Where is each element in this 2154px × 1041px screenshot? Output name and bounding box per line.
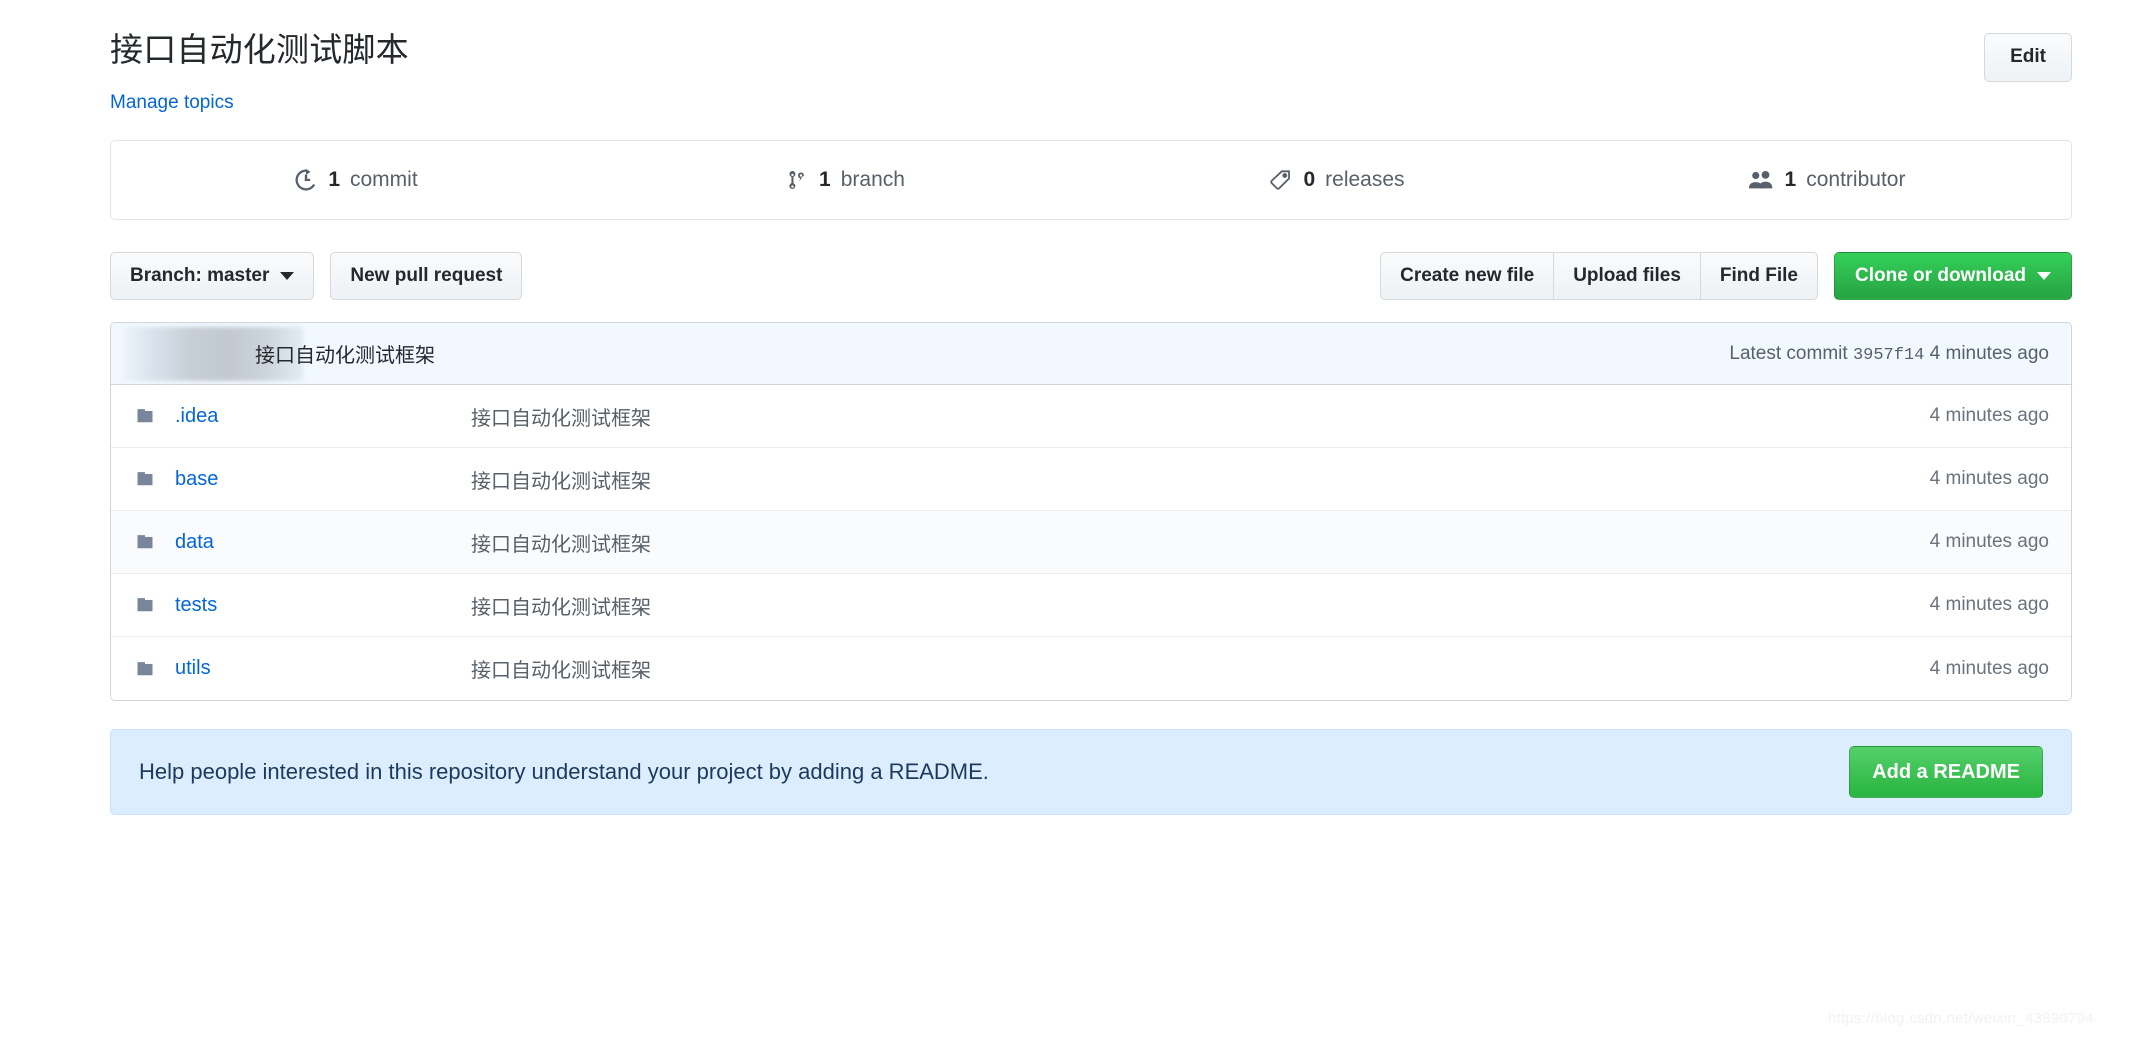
commits-label: commit (350, 168, 418, 191)
branch-selector-label: Branch: master (130, 265, 270, 286)
file-age: 4 minutes ago (1929, 468, 2049, 489)
file-actions-group: Create new file Upload files Find File (1380, 252, 1818, 300)
releases-label: releases (1325, 168, 1405, 191)
page-container: 接口自动化测试脚本 Manage topics Edit 1 commit 1 … (110, 0, 2072, 815)
branch-selector-button[interactable]: Branch: master (110, 252, 315, 300)
table-row[interactable]: utils 接口自动化测试框架 4 minutes ago (111, 637, 2071, 700)
file-commit-message[interactable]: 接口自动化测试框架 (471, 591, 1930, 620)
history-icon (294, 168, 318, 192)
commit-message[interactable]: 接口自动化测试框架 (255, 339, 435, 368)
table-row[interactable]: .idea 接口自动化测试框架 4 minutes ago (111, 385, 2071, 448)
file-age: 4 minutes ago (1929, 531, 2049, 552)
branches-count: 1 (819, 168, 831, 191)
commits-summary[interactable]: 1 commit (111, 141, 601, 219)
file-age: 4 minutes ago (1929, 405, 2049, 426)
folder-icon (133, 532, 159, 552)
upload-files-button[interactable]: Upload files (1553, 252, 1700, 300)
people-icon (1747, 168, 1775, 192)
add-readme-message: Help people interested in this repositor… (139, 759, 989, 784)
table-row[interactable]: data 接口自动化测试框架 4 minutes ago (111, 511, 2071, 574)
clone-or-download-label: Clone or download (1855, 265, 2026, 286)
repository-header: 接口自动化测试脚本 Manage topics Edit (110, 0, 2072, 140)
file-link[interactable]: utils (175, 657, 425, 680)
contributors-label: contributor (1806, 168, 1906, 191)
file-commit-message[interactable]: 接口自动化测试框架 (471, 528, 1930, 557)
add-readme-button[interactable]: Add a README (1849, 746, 2043, 798)
file-link[interactable]: .idea (175, 405, 425, 428)
file-age: 4 minutes ago (1929, 594, 2049, 615)
folder-icon (133, 659, 159, 679)
find-file-button[interactable]: Find File (1699, 252, 1818, 300)
commits-count: 1 (328, 168, 340, 191)
latest-commit-bar: 接口自动化测试框架 Latest commit 3957f14 4 minute… (111, 323, 2071, 385)
add-readme-callout: Help people interested in this repositor… (110, 729, 2072, 815)
chevron-down-icon (2037, 272, 2051, 280)
folder-icon (133, 406, 159, 426)
releases-count: 0 (1303, 168, 1316, 191)
file-list: 接口自动化测试框架 Latest commit 3957f14 4 minute… (110, 322, 2072, 701)
file-commit-message[interactable]: 接口自动化测试框架 (471, 402, 1930, 431)
commit-age: 4 minutes ago (1929, 342, 2049, 364)
folder-icon (133, 469, 159, 489)
file-commit-message[interactable]: 接口自动化测试框架 (471, 465, 1930, 494)
page-title: 接口自动化测试脚本 (110, 31, 409, 68)
file-navigation-toolbar: Branch: master New pull request Create n… (110, 252, 2072, 300)
branches-label: branch (840, 168, 905, 191)
create-new-file-button[interactable]: Create new file (1380, 252, 1554, 300)
repository-stats-bar: 1 commit 1 branch 0 releases 1 contribut… (110, 140, 2072, 220)
branches-summary[interactable]: 1 branch (601, 141, 1091, 219)
chevron-down-icon (280, 272, 295, 280)
file-age: 4 minutes ago (1929, 657, 2049, 679)
latest-commit-label: Latest commit (1729, 342, 1848, 364)
file-link[interactable]: data (175, 531, 425, 554)
latest-commit-meta: Latest commit 3957f14 4 minutes ago (1729, 343, 2049, 365)
watermark: https://blog.csdn.net/weixin_43890794 (1827, 1010, 2094, 1027)
commit-sha[interactable]: 3957f14 (1853, 346, 1924, 365)
file-link[interactable]: tests (175, 594, 425, 617)
clone-or-download-button[interactable]: Clone or download (1834, 252, 2072, 300)
releases-summary[interactable]: 0 releases (1091, 141, 1581, 219)
folder-icon (133, 595, 159, 615)
repository-page: 接口自动化测试脚本 Manage topics Edit 1 commit 1 … (0, 0, 2154, 1041)
edit-button[interactable]: Edit (1984, 33, 2072, 82)
table-row[interactable]: tests 接口自动化测试框架 4 minutes ago (111, 574, 2071, 637)
new-pull-request-button[interactable]: New pull request (330, 252, 523, 300)
table-row[interactable]: base 接口自动化测试框架 4 minutes ago (111, 448, 2071, 511)
file-commit-message[interactable]: 接口自动化测试框架 (471, 654, 1930, 683)
contributors-count: 1 (1784, 168, 1797, 191)
file-link[interactable]: base (175, 468, 425, 491)
tag-icon (1267, 168, 1293, 192)
git-branch-icon (787, 168, 809, 192)
manage-topics-link[interactable]: Manage topics (110, 92, 234, 114)
contributors-summary[interactable]: 1 contributor (1581, 141, 2071, 219)
